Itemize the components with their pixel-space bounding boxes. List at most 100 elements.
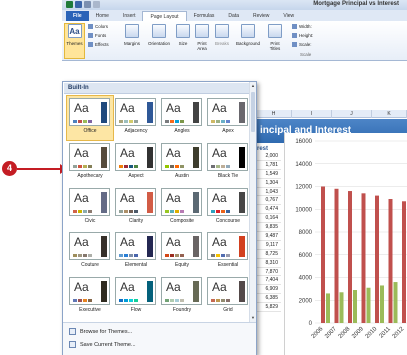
tab-file[interactable]: File [66, 11, 89, 21]
tab-data[interactable]: Data [221, 11, 246, 21]
bar-series-0[interactable] [388, 199, 393, 323]
cell-value[interactable]: 1,781 [255, 161, 281, 170]
bar-series-0[interactable] [334, 188, 339, 323]
cell-value[interactable]: 9,835 [255, 223, 281, 233]
theme-apex[interactable]: Aa Apex [205, 96, 251, 140]
theme-equity[interactable]: Aa Equity [159, 230, 205, 274]
cell-value[interactable]: 1,304 [255, 179, 281, 188]
tab-insert[interactable]: Insert [116, 11, 143, 21]
cell-value[interactable]: 6,385 [255, 294, 281, 304]
themes-button[interactable]: Aa Themes [64, 23, 85, 59]
cell-value[interactable]: 0,474 [255, 205, 281, 215]
cell-value[interactable]: 8,310 [255, 259, 281, 268]
scroll-thumb[interactable] [251, 92, 255, 132]
scroll-down-icon[interactable]: ▼ [251, 316, 255, 320]
excel-app-icon[interactable] [66, 1, 73, 8]
cell-value[interactable]: 5,829 [255, 303, 281, 313]
print-area-icon [195, 24, 209, 38]
cell-value[interactable]: 9,117 [255, 241, 281, 250]
theme-clarity[interactable]: Aa Clarity [113, 186, 159, 230]
theme-austin[interactable]: Aa Austin [159, 141, 205, 185]
theme-elemental[interactable]: Aa Elemental [113, 230, 159, 274]
size-button[interactable]: Size [174, 24, 192, 58]
cell-value[interactable]: 7,870 [255, 268, 281, 277]
theme-grid[interactable]: Aa Grid [205, 275, 251, 319]
tab-view[interactable]: View [276, 11, 301, 21]
theme-apothecary[interactable]: Aa Apothecary [67, 141, 113, 185]
theme-civic[interactable]: Aa Civic [67, 186, 113, 230]
cell-value[interactable]: 7,404 [255, 276, 281, 286]
bar-series-1[interactable] [326, 293, 330, 323]
cell-value[interactable]: 0,767 [255, 196, 281, 206]
print-area-label: Print Area [197, 41, 207, 51]
tab-review[interactable]: Review [246, 11, 276, 21]
height-label: Height: [299, 33, 314, 38]
bar-series-1[interactable] [339, 292, 344, 323]
save-icon[interactable] [75, 1, 82, 8]
cell-value[interactable]: 2,000 [255, 152, 281, 161]
cell-value[interactable]: 8,725 [255, 250, 281, 259]
width-control[interactable]: Width: [292, 24, 312, 30]
theme-concourse[interactable]: Aa Concourse [205, 186, 251, 230]
orientation-button[interactable]: Orientation [145, 24, 173, 58]
theme-flow[interactable]: Aa Flow [113, 275, 159, 319]
bar-series-1[interactable] [366, 287, 371, 323]
y-tick-label: 4000 [299, 276, 313, 282]
column-header-j[interactable]: J [332, 110, 372, 118]
chart-svg: 0 2000 4000 6000 8000 10000 12000 14000 16000 200… [295, 139, 407, 340]
theme-foundry[interactable]: Aa Foundry [159, 275, 205, 319]
column-header-i[interactable]: I [292, 110, 332, 118]
cell-value[interactable]: 9,487 [255, 232, 281, 241]
theme-black-tie[interactable]: Aa Black Tie [205, 141, 251, 185]
browse-for-themes-item[interactable]: Browse for Themes... [69, 328, 132, 335]
breaks-button[interactable]: Breaks [212, 24, 232, 58]
cell-value[interactable]: 0,164 [255, 214, 281, 224]
column-header-h[interactable]: H [256, 110, 292, 118]
scroll-up-icon[interactable]: ▲ [251, 84, 255, 88]
theme-label: Essential [217, 262, 239, 269]
fonts-button[interactable]: Fonts [88, 33, 106, 39]
y-tick-label: 2000 [299, 298, 313, 304]
themes-grid: Aa Office Aa Adjacency Aa Angles Aa Apex Aa Apoth… [66, 95, 251, 320]
bar-series-0[interactable] [348, 191, 352, 323]
print-area-button[interactable]: Print Area [193, 24, 211, 58]
undo-icon[interactable] [84, 1, 91, 8]
background-button[interactable]: Background [233, 24, 263, 58]
print-titles-button[interactable]: Print Titles [265, 24, 285, 58]
bar-series-0[interactable] [361, 193, 366, 323]
theme-angles[interactable]: Aa Angles [159, 96, 205, 140]
bar-series-1[interactable] [380, 285, 384, 323]
cell-value[interactable]: 6,909 [255, 285, 281, 295]
colors-button[interactable]: Colors [88, 24, 108, 30]
bar-series-1[interactable] [393, 282, 398, 323]
theme-preview: Aa [207, 232, 248, 261]
tab-home[interactable]: Home [89, 11, 116, 21]
bar-series-0[interactable] [375, 195, 379, 323]
tab-formulas[interactable]: Formulas [187, 11, 222, 21]
effects-button[interactable]: Effects [88, 42, 109, 48]
callout-arrow-line [17, 168, 63, 170]
redo-icon[interactable] [93, 1, 100, 8]
theme-aspect[interactable]: Aa Aspect [113, 141, 159, 185]
column-header-k[interactable]: K [372, 110, 407, 118]
theme-executive[interactable]: Aa Executive [67, 275, 113, 319]
height-control[interactable]: Height: [292, 33, 313, 39]
bar-series-1[interactable] [353, 290, 357, 323]
theme-couture[interactable]: Aa Couture [67, 230, 113, 274]
margins-button[interactable]: Margins [120, 24, 144, 58]
bar-series-0[interactable] [321, 186, 325, 324]
theme-office[interactable]: Aa Office [66, 95, 114, 141]
theme-adjacency[interactable]: Aa Adjacency [113, 96, 159, 140]
scale-control[interactable]: Scale: [292, 42, 312, 48]
bar-series-0[interactable] [402, 201, 406, 323]
y-tick-label: 0 [309, 321, 313, 327]
cell-value[interactable]: 1,549 [255, 170, 281, 179]
tab-page-layout[interactable]: Page Layout [142, 11, 187, 21]
mortgage-chart[interactable]: 0 2000 4000 6000 8000 10000 12000 14000 16000 200… [284, 133, 407, 355]
theme-essential[interactable]: Aa Essential [205, 230, 251, 274]
interest-values-column: 2,000 1,781 1,549 1,304 1,043 0,767 0,474 0,164… [255, 152, 281, 313]
save-current-theme-item[interactable]: Save Current Theme... [69, 341, 136, 348]
height-icon [292, 33, 297, 38]
cell-value[interactable]: 1,043 [255, 188, 281, 197]
theme-composite[interactable]: Aa Composite [159, 186, 205, 230]
